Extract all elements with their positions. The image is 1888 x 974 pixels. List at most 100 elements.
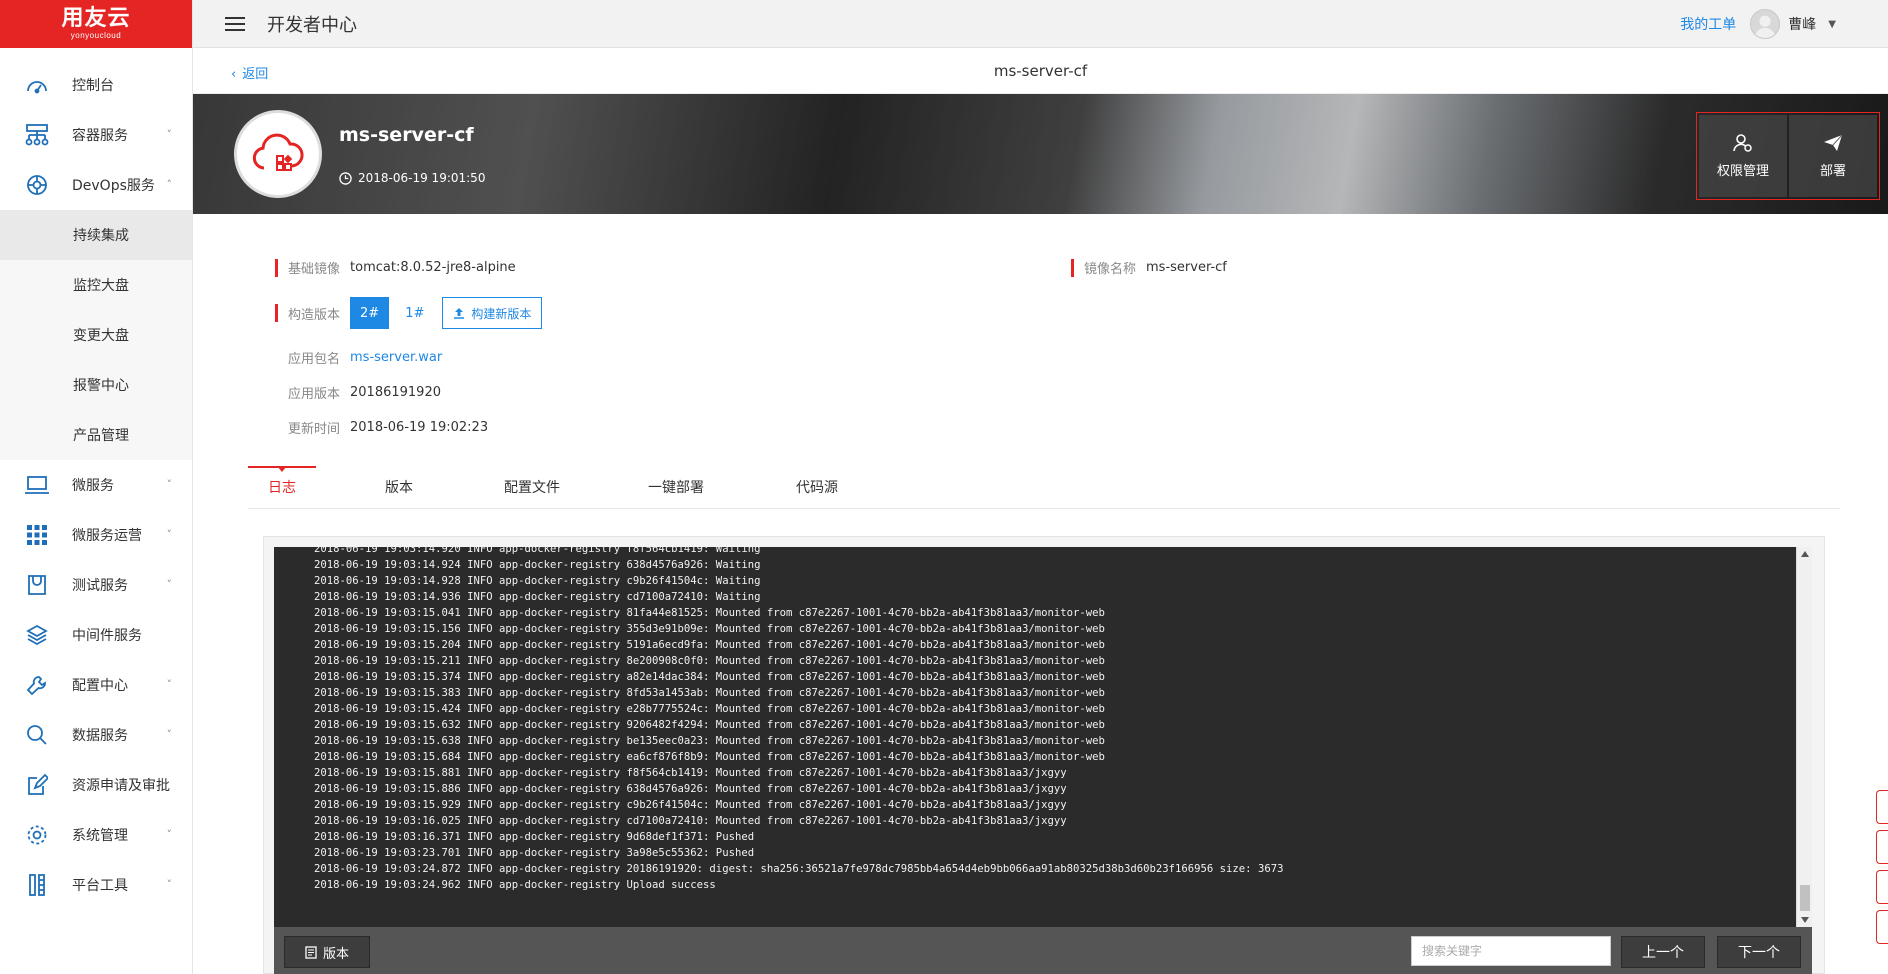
sidebar-item-test[interactable]: 测试服务 ˅ [0, 560, 192, 610]
brand-sub: yonyoucloud [70, 31, 122, 40]
sidebar-item-tools[interactable]: 平台工具 ˅ [0, 860, 192, 910]
sidebar-item-system[interactable]: 系统管理 ˅ [0, 810, 192, 860]
build-version-label: 构造版本 [288, 307, 341, 323]
prev-match-button[interactable]: 上一个 [1621, 936, 1705, 968]
tab-log[interactable]: 日志 [248, 466, 316, 509]
log-console[interactable]: 2018-06-19 19:03:14.920 INFO app-docker-… [274, 547, 1796, 927]
sidebar-item-console[interactable]: 控制台 [0, 60, 192, 110]
chevron-down-icon: ˅ [166, 878, 173, 891]
log-line: 2018-06-19 19:03:15.041 INFO app-docker-… [314, 607, 1105, 619]
package-row: 应用包名 ms-server.war [288, 348, 442, 367]
log-line: 2018-06-19 19:03:15.929 INFO app-docker-… [314, 799, 1067, 811]
tab-one-click-deploy[interactable]: 一键部署 [648, 467, 704, 509]
sidebar-item-microservice-ops[interactable]: 微服务运营 ˅ [0, 510, 192, 560]
brand-logo[interactable]: 用友云 yonyoucloud [0, 0, 192, 48]
cloud-app-icon [252, 133, 304, 171]
sidebar-item-devops[interactable]: DevOps服务 ˄ [0, 160, 192, 210]
next-match-button[interactable]: 下一个 [1717, 936, 1801, 968]
log-line: 2018-06-19 19:03:16.371 INFO app-docker-… [314, 831, 755, 843]
log-line: 2018-06-19 19:03:14.920 INFO app-docker-… [314, 547, 761, 555]
package-label: 应用包名 [288, 352, 341, 367]
build-version-row: 构造版本 2# 1# 构建新版本 [275, 297, 543, 329]
sidebar-item-config[interactable]: 配置中心 ˅ [0, 660, 192, 710]
my-orders-link[interactable]: 我的工单 [1680, 14, 1736, 34]
deploy-label: 部署 [1819, 163, 1846, 179]
chevron-down-icon: ˅ [166, 478, 173, 491]
build-new-version-button[interactable]: 构建新版本 [442, 297, 543, 329]
sidebar-item-resource[interactable]: 资源申请及审批 [0, 760, 192, 810]
test-icon [22, 572, 52, 598]
upload-icon [454, 308, 465, 319]
log-version-button[interactable]: 版本 [284, 936, 370, 968]
red-mark [1071, 258, 1074, 277]
grid-icon [22, 522, 52, 548]
log-line: 2018-06-19 19:03:23.701 INFO app-docker-… [314, 847, 755, 859]
log-lines: 2018-06-19 19:03:14.920 INFO app-docker-… [314, 547, 1283, 893]
caret-down-icon[interactable]: ▼ [1828, 19, 1836, 30]
scroll-up-icon[interactable] [1801, 551, 1809, 557]
log-toolbar: 版本 上一个 下一个 [274, 927, 1812, 974]
sidebar-item-container[interactable]: 容器服务 ˅ [0, 110, 192, 160]
log-line: 2018-06-19 19:03:15.204 INFO app-docker-… [314, 639, 1105, 651]
clock-icon [339, 171, 352, 185]
sidebar-item-label: 资源申请及审批 [72, 778, 170, 794]
log-line: 2018-06-19 19:03:15.632 INFO app-docker-… [314, 719, 1105, 731]
subnav-item-ci[interactable]: 持续集成 [0, 210, 192, 260]
sidebar-item-microservice[interactable]: 微服务 ˅ [0, 460, 192, 510]
update-time-value: 2018-06-19 19:02:23 [350, 420, 489, 435]
sidebar-item-label: 平台工具 [72, 878, 128, 894]
base-image-row: 基础镜像 tomcat:8.0.52-jre8-alpine [275, 258, 516, 277]
scroll-down-icon[interactable] [1801, 917, 1809, 923]
float-tool-2[interactable] [1876, 830, 1888, 864]
header-title: 开发者中心 [267, 14, 357, 36]
image-name-value: ms-server-cf [1146, 260, 1227, 275]
tab-code-source[interactable]: 代码源 [796, 467, 838, 509]
menu-icon[interactable] [225, 13, 245, 35]
float-tool-1[interactable] [1876, 790, 1888, 824]
log-line: 2018-06-19 19:03:24.872 INFO app-docker-… [314, 863, 1284, 875]
sidebar-item-middleware[interactable]: 中间件服务 [0, 610, 192, 660]
update-time-row: 更新时间 2018-06-19 19:02:23 [288, 418, 488, 437]
log-line: 2018-06-19 19:03:14.936 INFO app-docker-… [314, 591, 761, 603]
sidebar-item-data[interactable]: 数据服务 ˅ [0, 710, 192, 760]
permission-button[interactable]: 权限管理 [1699, 115, 1787, 197]
log-search-input[interactable] [1411, 936, 1611, 966]
scroll-thumb[interactable] [1800, 885, 1810, 911]
tab-version[interactable]: 版本 [385, 467, 413, 509]
version-2-button[interactable]: 2# [350, 297, 390, 329]
floating-toolbar [1876, 790, 1888, 950]
sidebar-item-label: 容器服务 [72, 128, 128, 144]
subnav-item-alarm[interactable]: 报警中心 [0, 360, 192, 410]
user-name[interactable]: 曹峰 [1788, 14, 1816, 34]
chevron-down-icon: ˅ [166, 528, 173, 541]
chevron-up-icon: ˄ [166, 178, 173, 191]
float-tool-4[interactable] [1876, 910, 1888, 944]
detail-tabs: 日志 版本 配置文件 一键部署 代码源 [248, 466, 1840, 509]
edit-icon [22, 772, 52, 798]
laptop-icon [22, 472, 52, 498]
package-link[interactable]: ms-server.war [350, 350, 442, 365]
subnav-item-product[interactable]: 产品管理 [0, 410, 192, 460]
subnav-item-change[interactable]: 变更大盘 [0, 310, 192, 360]
subnav-item-monitor[interactable]: 监控大盘 [0, 260, 192, 310]
top-header: 开发者中心 我的工单 曹峰 ▼ [193, 0, 1888, 48]
avatar[interactable] [1750, 9, 1781, 39]
header-user-area: 我的工单 曹峰 ▼ [1680, 0, 1836, 48]
chevron-down-icon: ˅ [166, 728, 173, 741]
sidebar-item-label: DevOps服务 [72, 178, 155, 194]
log-scrollbar[interactable] [1796, 547, 1812, 927]
log-line: 2018-06-19 19:03:16.025 INFO app-docker-… [314, 815, 1067, 827]
base-image-label: 基础镜像 [288, 262, 341, 277]
float-tool-3[interactable] [1876, 870, 1888, 904]
app-logo [234, 110, 322, 198]
user-lock-icon [1733, 133, 1752, 152]
tab-config-file[interactable]: 配置文件 [504, 467, 560, 509]
send-icon [1824, 134, 1843, 151]
version-1-button[interactable]: 1# [395, 297, 434, 329]
tab-label: 日志 [268, 480, 296, 496]
deploy-button[interactable]: 部署 [1789, 115, 1877, 197]
log-line: 2018-06-19 19:03:15.156 INFO app-docker-… [314, 623, 1105, 635]
sidebar-item-label: 中间件服务 [72, 628, 142, 644]
log-line: 2018-06-19 19:03:15.211 INFO app-docker-… [314, 655, 1105, 667]
sidebar-item-label: 微服务运营 [72, 528, 142, 544]
